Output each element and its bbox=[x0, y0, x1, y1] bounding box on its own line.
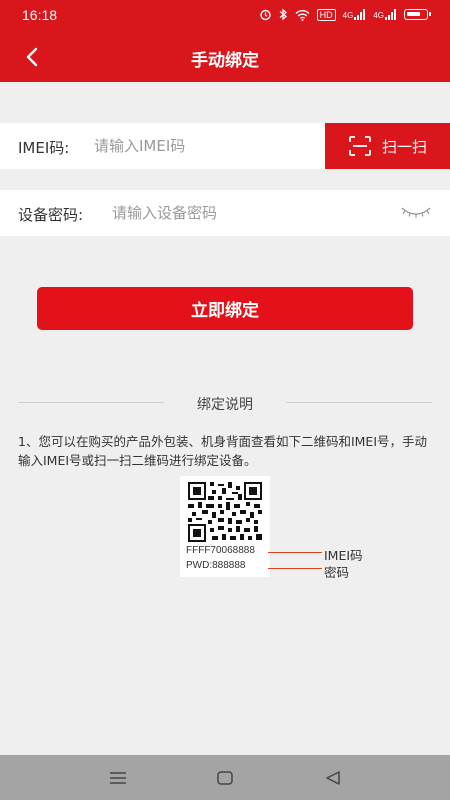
signal-2-icon: 4G bbox=[373, 9, 397, 20]
imei-input[interactable] bbox=[94, 133, 319, 159]
password-leader-line bbox=[268, 568, 322, 569]
qr-imei-text: FFFF70068888 bbox=[186, 545, 255, 556]
eye-closed-icon[interactable] bbox=[400, 202, 432, 222]
menu-icon[interactable] bbox=[107, 767, 129, 789]
password-label: 设备密码: bbox=[18, 206, 84, 224]
bind-now-button[interactable]: 立即绑定 bbox=[37, 287, 413, 330]
scan-button-label: 扫一扫 bbox=[381, 137, 427, 156]
instructions-title: 绑定说明 bbox=[197, 397, 253, 413]
password-annotation: 密码 bbox=[324, 565, 350, 580]
back-triangle-icon[interactable] bbox=[322, 767, 344, 789]
battery-icon bbox=[404, 9, 431, 20]
qr-password-text: PWD:888888 bbox=[186, 560, 246, 571]
alarm-icon bbox=[259, 9, 271, 21]
status-time: 16:18 bbox=[22, 7, 58, 23]
qr-example-card: FFFF70068888 PWD:888888 bbox=[180, 476, 270, 577]
hd-badge: HD bbox=[316, 8, 336, 21]
status-icons: HD 4G 4G bbox=[259, 8, 431, 21]
system-nav-bar bbox=[0, 755, 450, 800]
divider-right bbox=[286, 402, 432, 403]
imei-label: IMEI码: bbox=[18, 139, 70, 157]
signal-1-icon: 4G bbox=[343, 9, 367, 20]
nav-bar: 手动绑定 bbox=[0, 32, 450, 82]
signal-1-label: 4G bbox=[342, 11, 354, 20]
password-input[interactable] bbox=[112, 200, 382, 226]
imei-row: IMEI码: 扫一扫 bbox=[0, 123, 450, 169]
status-bar: 16:18 HD 4G 4G bbox=[0, 0, 450, 32]
home-icon[interactable] bbox=[214, 767, 236, 789]
bluetooth-icon bbox=[279, 8, 287, 21]
page-title: 手动绑定 bbox=[191, 51, 259, 71]
signal-2-label: 4G bbox=[373, 11, 384, 20]
password-row: 设备密码: bbox=[0, 190, 450, 236]
scan-icon bbox=[349, 136, 371, 156]
wifi-icon bbox=[295, 9, 310, 21]
qr-code-image bbox=[188, 482, 262, 542]
scan-button[interactable]: 扫一扫 bbox=[325, 123, 450, 169]
imei-leader-line bbox=[268, 552, 322, 553]
instructions-text: 1、您可以在购买的产品外包装、机身背面查看如下二维码和IMEI号，手动输入IME… bbox=[18, 434, 428, 468]
